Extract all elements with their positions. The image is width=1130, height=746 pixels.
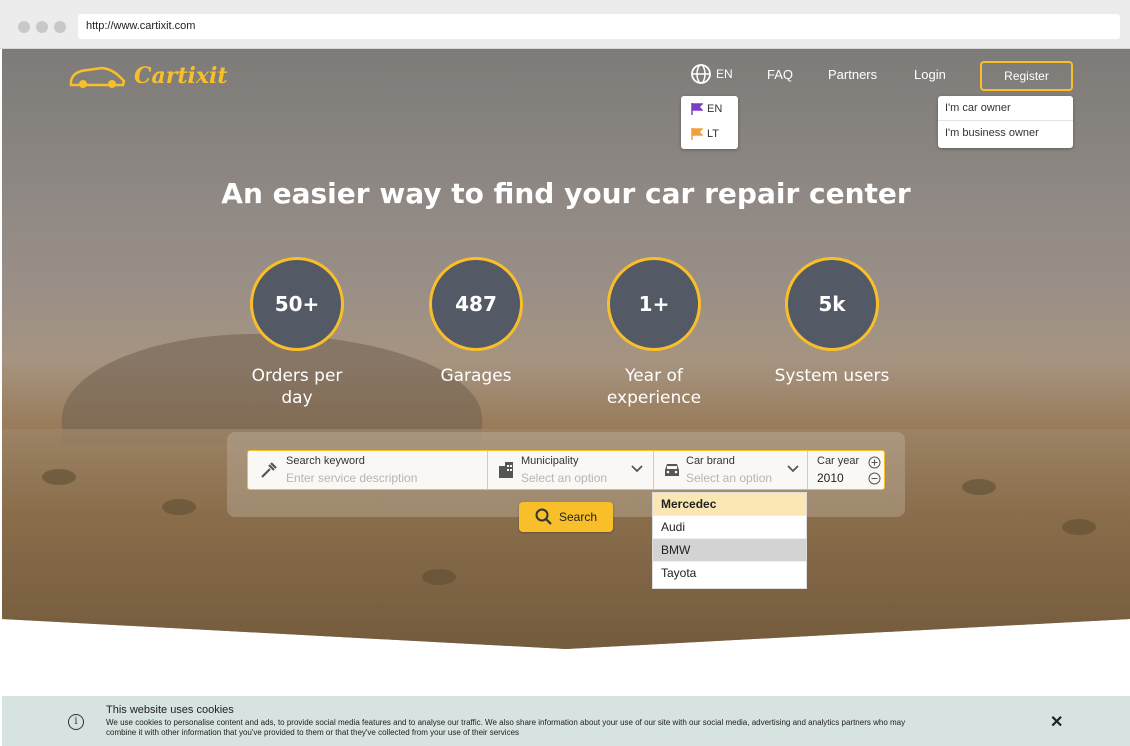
stat-value: 5k: [785, 257, 879, 351]
car-icon: [664, 462, 680, 481]
nav-login[interactable]: Login: [914, 67, 946, 82]
register-option-business-owner[interactable]: I'm business owner: [938, 121, 1073, 146]
stat-garages: 487 Garages: [391, 257, 561, 387]
car-year-label: Car year: [817, 455, 860, 467]
car-brand-placeholder: Select an option: [686, 471, 773, 485]
cookie-text: We use cookies to personalise content an…: [106, 718, 906, 737]
minimize-window-dot[interactable]: [36, 21, 48, 33]
car-year-stepper[interactable]: Car year 2010: [808, 451, 884, 489]
language-option-en[interactable]: EN: [681, 96, 738, 121]
language-option-lt[interactable]: LT: [681, 121, 738, 146]
brand-option[interactable]: Mercedec: [653, 493, 806, 516]
stat-experience: 1+ Year of experience: [569, 257, 739, 409]
background-shrub: [42, 469, 76, 485]
car-brand-label: Car brand: [686, 455, 735, 467]
brand-option[interactable]: Audi: [653, 516, 806, 539]
flag-icon: [691, 127, 703, 140]
stat-label: Garages: [440, 366, 512, 386]
info-icon: i: [68, 714, 84, 730]
language-selector[interactable]: EN: [690, 63, 733, 85]
background-shrub: [162, 499, 196, 515]
keyword-label: Search keyword: [286, 455, 365, 467]
cookie-title: This website uses cookies: [106, 704, 234, 716]
hero-headline: An easier way to find your car repair ce…: [221, 177, 911, 210]
stat-value: 1+: [607, 257, 701, 351]
nav-partners[interactable]: Partners: [828, 67, 877, 82]
municipality-placeholder: Select an option: [521, 471, 608, 485]
background-shrub: [962, 479, 996, 495]
search-button[interactable]: Search: [519, 502, 613, 532]
hero-section: Cartixit EN FAQ Partners Login Register …: [2, 49, 1130, 649]
background-shrub: [422, 569, 456, 585]
keyword-input[interactable]: Enter service description: [286, 471, 417, 485]
municipality-select[interactable]: Municipality Select an option: [488, 451, 654, 489]
search-button-label: Search: [558, 510, 598, 524]
keyword-field[interactable]: Search keyword Enter service description: [248, 451, 488, 489]
logo[interactable]: Cartixit: [68, 63, 228, 89]
search-icon: [535, 508, 552, 525]
minus-circle-icon[interactable]: [868, 472, 881, 489]
municipality-label: Municipality: [521, 455, 579, 467]
car-year-value[interactable]: 2010: [817, 471, 844, 485]
car-brand-select[interactable]: Car brand Select an option: [654, 451, 808, 489]
chevron-down-icon: [630, 462, 644, 480]
car-brand-dropdown: Mercedec Audi BMW Tayota: [652, 492, 807, 589]
logo-text: Cartixit: [134, 63, 228, 89]
cookie-banner: i This website uses cookies We use cooki…: [2, 696, 1130, 746]
register-dropdown: I'm car owner I'm business owner: [938, 96, 1073, 148]
language-option-label: EN: [707, 102, 723, 115]
stat-label: Orders per day: [251, 366, 343, 408]
search-bar: Search keyword Enter service description…: [247, 450, 885, 490]
stat-value: 50+: [250, 257, 344, 351]
stat-users: 5k System users: [747, 257, 917, 387]
globe-icon: [691, 64, 711, 84]
brand-option[interactable]: Tayota: [653, 562, 806, 585]
stat-value: 487: [429, 257, 523, 351]
browser-chrome: http://www.cartixit.com: [0, 0, 1130, 49]
stat-label: System users: [774, 366, 890, 386]
current-language: EN: [716, 67, 733, 81]
chevron-down-icon: [786, 462, 800, 480]
address-bar[interactable]: http://www.cartixit.com: [78, 14, 1120, 39]
close-icon[interactable]: ✕: [1050, 712, 1063, 732]
brand-option[interactable]: BMW: [653, 539, 806, 562]
language-option-label: LT: [707, 127, 720, 140]
stat-orders: 50+ Orders per day: [212, 257, 382, 409]
window-controls: [18, 21, 66, 33]
background-shrub: [1062, 519, 1096, 535]
language-dropdown: EN LT: [681, 96, 738, 149]
browser-window: http://www.cartixit.com Cartixit EN FAQ …: [0, 0, 1130, 746]
close-window-dot[interactable]: [18, 21, 30, 33]
register-option-car-owner[interactable]: I'm car owner: [938, 96, 1073, 121]
nav-faq[interactable]: FAQ: [767, 67, 793, 82]
flag-icon: [691, 102, 703, 115]
building-icon: [498, 461, 514, 482]
register-button[interactable]: Register: [980, 61, 1073, 91]
stat-label: Year of experience: [606, 366, 702, 408]
maximize-window-dot[interactable]: [54, 21, 66, 33]
wrench-icon: [260, 461, 278, 483]
plus-circle-icon[interactable]: [868, 456, 881, 473]
car-logo-icon: [69, 66, 126, 88]
